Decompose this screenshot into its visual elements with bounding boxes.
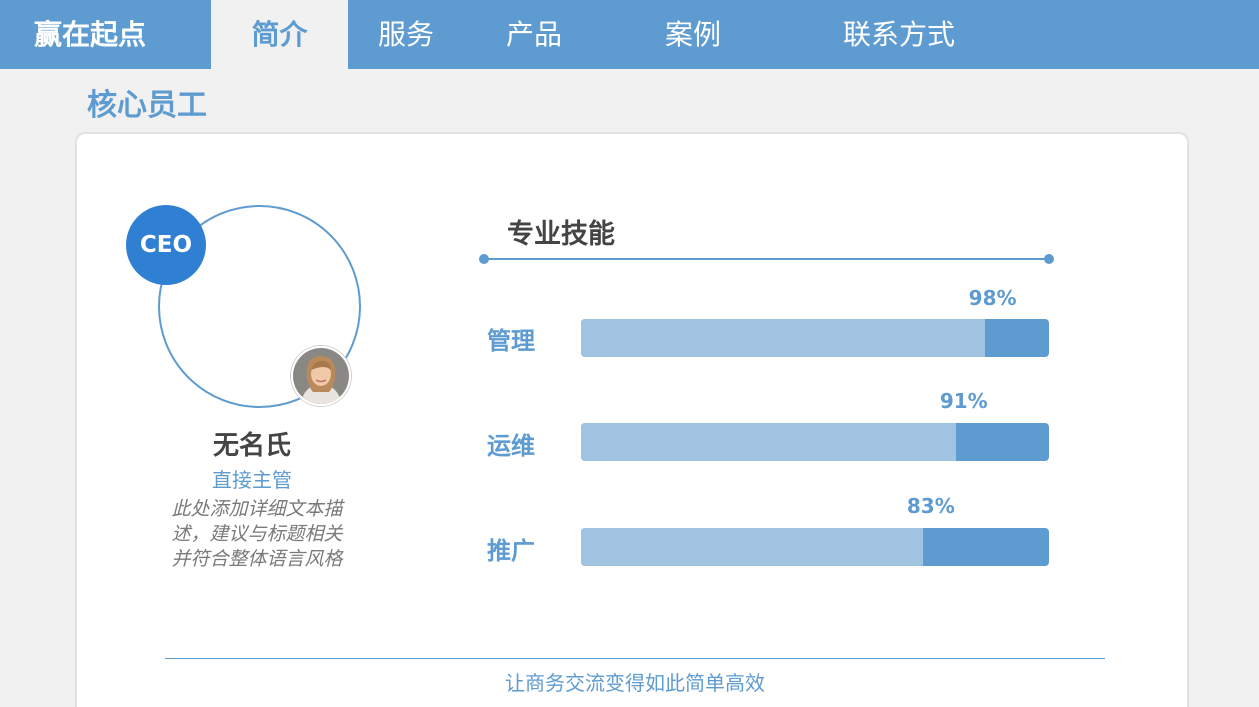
nav-tab-contact[interactable]: 联系方式 <box>843 0 955 69</box>
skill-label: 管理 <box>487 327 535 355</box>
skills-divider <box>484 258 1050 260</box>
nav-brand[interactable]: 赢在起点 <box>34 0 146 69</box>
nav-tab-services[interactable]: 服务 <box>378 0 434 69</box>
skill-bar <box>581 319 1049 357</box>
person-role: 直接主管 <box>212 468 292 492</box>
skill-percent: 83% <box>906 494 955 518</box>
ceo-badge: CEO <box>126 205 206 285</box>
divider-dot <box>479 254 489 264</box>
person-photo-icon <box>293 348 349 404</box>
nav-tab-cases[interactable]: 案例 <box>665 0 721 69</box>
description-line: 此处添加详细文本描 <box>171 498 343 520</box>
top-nav: 赢在起点 简介 服务 产品 案例 联系方式 <box>0 0 1259 69</box>
nav-tab-intro[interactable]: 简介 <box>211 0 348 69</box>
description-line: 并符合整体语言风格 <box>171 548 343 570</box>
avatar <box>291 346 351 406</box>
footer-divider <box>165 658 1105 659</box>
skill-bar-fill <box>581 319 985 357</box>
section-title: 核心员工 <box>87 88 207 123</box>
person-description: 此处添加详细文本描 述，建议与标题相关 并符合整体语言风格 <box>150 497 364 572</box>
nav-tab-products[interactable]: 产品 <box>506 0 562 69</box>
description-line: 述，建议与标题相关 <box>171 523 343 545</box>
skill-label: 运维 <box>487 432 535 460</box>
page: 赢在起点 简介 服务 产品 案例 联系方式 核心员工 CEO 无名氏 直接主管 … <box>0 0 1259 707</box>
person-name: 无名氏 <box>212 431 291 461</box>
skill-bar <box>581 423 1049 461</box>
skill-label: 推广 <box>487 537 535 565</box>
footer-tagline: 让商务交流变得如此简单高效 <box>505 671 765 695</box>
skill-percent: 91% <box>939 389 988 413</box>
skill-bar-fill <box>581 528 923 566</box>
divider-dot <box>1044 254 1054 264</box>
skill-bar <box>581 528 1049 566</box>
skill-percent: 98% <box>968 286 1017 310</box>
skill-bar-fill <box>581 423 956 461</box>
skills-title: 专业技能 <box>507 219 615 250</box>
